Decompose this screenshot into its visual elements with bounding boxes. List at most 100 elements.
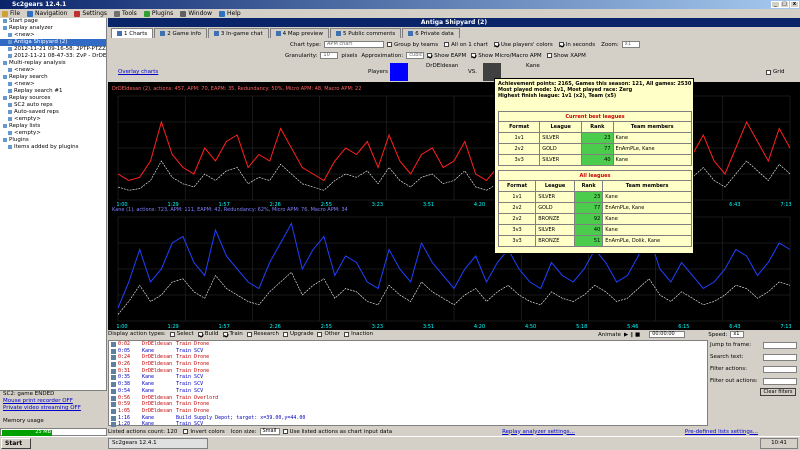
stop-icon[interactable]: ■ (635, 332, 640, 338)
select-checkbox[interactable] (169, 331, 175, 337)
sidebar-item[interactable]: 2012-11-21 09-16-58: 2PTP-PTZZ - DrDE (0, 46, 106, 53)
minimize-button[interactable]: _ (771, 1, 780, 8)
list-item[interactable]: 0:35 Kane Train SCV (109, 374, 707, 381)
tab-5[interactable]: 5 Public comments (329, 28, 402, 38)
sidebar-item[interactable]: <new> (0, 32, 106, 39)
sidebar-item[interactable]: Multi-replay analysis (0, 60, 106, 67)
mouse-print-link[interactable]: Mouse print recorder OFF (0, 398, 107, 405)
research-checkbox[interactable] (246, 331, 252, 337)
menu-window[interactable]: Window (180, 10, 212, 17)
sidebar-item[interactable]: <empty> (0, 116, 106, 123)
player1-name[interactable]: DrDEldesan (426, 63, 458, 69)
predefined-lists-link[interactable]: Pre-defined lists settings... (685, 429, 758, 435)
filter-input[interactable] (763, 365, 797, 373)
build-checkbox[interactable] (197, 331, 203, 337)
list-item[interactable]: 0:38 Kane Train SCV (109, 381, 707, 388)
sidebar-item[interactable]: Replay analyzer (0, 25, 106, 32)
list-item[interactable]: 1:20 Kane Train SCV (109, 421, 707, 428)
granularity-select[interactable]: 10 (320, 52, 339, 59)
sidebar-item[interactable]: Start page (0, 18, 106, 25)
use-players-colors-checkbox[interactable] (493, 42, 499, 47)
action-player: DrDEldesan (142, 354, 173, 361)
filter-out-input[interactable] (763, 377, 797, 385)
sidebar-item[interactable]: Replay search #1 (0, 88, 106, 95)
clear-filters-button[interactable]: Clear filters (760, 388, 796, 396)
list-item[interactable]: 1:16 Kane Build Supply Depot; target: x=39… (109, 415, 707, 422)
icon-size-select[interactable]: Small (259, 428, 280, 435)
list-item[interactable]: 0:05 Kane Train SCV (109, 348, 707, 355)
sidebar-item[interactable]: Antiga Shipyard (2) (0, 39, 106, 46)
upgrade-checkbox[interactable] (282, 331, 288, 337)
tab-6[interactable]: 6 Private data (402, 28, 460, 38)
approximation-select[interactable]: cubic (406, 52, 425, 59)
sidebar-item[interactable]: Replay lists (0, 123, 106, 130)
menu-icon (180, 10, 187, 17)
list-item[interactable]: 0:59 DrDEldesan Train Drone (109, 401, 707, 408)
taskbar-app[interactable]: Sc2gears 12.4.1 (108, 438, 208, 449)
list-item[interactable]: 0:56 DrDEldesan Train Overlord (109, 395, 707, 402)
menu-navigation[interactable]: Navigation (27, 10, 67, 17)
action-log-list[interactable]: 0:02 DrDEldesan Train Drone 0:05 Kane Train S… (108, 340, 708, 428)
sidebar-item[interactable]: Plugins (0, 137, 106, 144)
train-checkbox[interactable] (222, 331, 228, 337)
tree-node-icon (3, 25, 7, 30)
grid-checkbox[interactable] (766, 70, 771, 75)
show-xapm-checkbox[interactable] (546, 53, 552, 58)
chart-type-select[interactable]: APM chart (324, 41, 385, 48)
tab-1[interactable]: 1 Charts (111, 28, 154, 38)
player2-name[interactable]: Kane (526, 63, 540, 69)
pause-icon[interactable]: ‖ (630, 332, 633, 338)
sidebar-item[interactable]: <new> (0, 67, 106, 74)
sidebar-item[interactable]: Replay search (0, 74, 106, 81)
sidebar-item[interactable]: <empty> (0, 130, 106, 137)
list-item[interactable]: 0:24 DrDEldesan Train Drone (109, 354, 707, 361)
menu-settings[interactable]: Settings (74, 10, 107, 17)
list-item[interactable]: 0:02 DrDEldesan Train Drone (109, 341, 707, 348)
tab-4[interactable]: 4 Map preview (269, 28, 329, 38)
table-cell: 23 (581, 132, 614, 144)
maximize-button[interactable]: □ (780, 1, 789, 8)
tab-2[interactable]: 2 Game info (154, 28, 207, 38)
sidebar-item[interactable]: Auto-saved reps (0, 109, 106, 116)
start-button[interactable]: Start (1, 438, 31, 449)
animate-time: 00:00:00 (649, 331, 686, 338)
replay-settings-link[interactable]: Replay analyzer settings... (502, 429, 575, 435)
tab-3[interactable]: 3 In-game chat (207, 28, 269, 38)
table-row: 3v3 SILVER 40 Kane (497, 224, 692, 236)
menu-plugins[interactable]: Plugins (143, 10, 173, 17)
table-row: 1v1 SILVER 23 Kane (497, 132, 693, 144)
apm-chart-area[interactable]: 1:001:291:572:262:553:233:514:204:505:18… (108, 82, 800, 332)
sidebar-item[interactable]: <new> (0, 81, 106, 88)
other-checkbox[interactable] (317, 331, 323, 337)
all-on-1-checkbox[interactable] (444, 42, 450, 47)
zoom-select[interactable]: x1 (621, 41, 640, 48)
sidebar-item[interactable]: 2012-11-21 08-47-33: ZvP - DrDEldesan (0, 53, 106, 60)
list-item[interactable]: 0:26 DrDEldesan Train Drone (109, 361, 707, 368)
sidebar-item[interactable]: SC2 auto reps (0, 102, 106, 109)
action-player: Kane (142, 421, 155, 428)
menu-file[interactable]: File (2, 10, 20, 17)
overlay-charts-link[interactable]: Overlay charts (118, 69, 158, 75)
invert-colors-checkbox[interactable] (183, 429, 189, 434)
player-row: Overlay charts Players DrDEldesan VS. Ka… (108, 62, 800, 81)
video-stream-link[interactable]: Private video streaming OFF (0, 405, 107, 412)
list-item[interactable]: 0:31 DrDEldesan Train Drone (109, 368, 707, 375)
search-input[interactable] (763, 353, 797, 361)
sidebar-item[interactable]: Items added by plugins (0, 144, 106, 151)
list-item[interactable]: 0:54 Kane Train SCV (109, 388, 707, 395)
sidebar-item[interactable]: Replay sources (0, 95, 106, 102)
jump-input[interactable] (763, 341, 797, 349)
inaction-checkbox[interactable] (344, 331, 350, 337)
menu-tools[interactable]: Tools (114, 10, 137, 17)
play-icon[interactable]: ▶ (624, 332, 628, 338)
speed-select[interactable]: x1 (730, 331, 745, 338)
show-micro-checkbox[interactable] (471, 53, 477, 58)
close-button[interactable]: x (790, 1, 799, 8)
list-item[interactable]: 1:05 DrDEldesan Train Drone (109, 408, 707, 415)
menu-help[interactable]: Help (218, 10, 241, 17)
in-seconds-checkbox[interactable] (558, 42, 564, 47)
group-by-teams-checkbox[interactable] (387, 42, 393, 47)
action-time: 0:02 (118, 341, 131, 347)
show-eapm-checkbox[interactable] (427, 53, 433, 58)
use-listed-checkbox[interactable] (282, 429, 288, 434)
